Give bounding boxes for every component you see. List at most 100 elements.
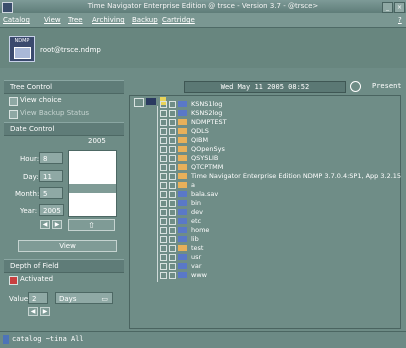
tree-node[interactable]: etc (158, 217, 398, 225)
view-backup-status-label: View Backup Status (20, 109, 90, 117)
connection-user: root@trsce.ndmp (40, 46, 101, 54)
depth-next-icon[interactable]: ▶ (40, 307, 50, 316)
expand-icon[interactable] (160, 155, 167, 162)
menu-help[interactable]: ? (398, 16, 402, 24)
expand-icon[interactable] (160, 146, 167, 153)
view-button[interactable]: View (18, 240, 117, 252)
tree-node[interactable]: bala.sav (158, 190, 398, 198)
view-backup-status-checkbox[interactable] (9, 110, 18, 119)
tree-node[interactable]: www (158, 271, 398, 279)
tree-node[interactable]: var (158, 262, 398, 270)
folder-icon (178, 173, 187, 179)
tree-node[interactable]: KSNS1log (158, 100, 398, 108)
select-checkbox-icon[interactable] (169, 254, 176, 261)
tree-node[interactable]: Time Navigator Enterprise Edition NDMP 3… (158, 172, 401, 180)
expand-icon[interactable] (160, 119, 167, 126)
view-choice-checkbox[interactable] (9, 97, 18, 106)
tree-node[interactable]: dev (158, 208, 398, 216)
day-field[interactable]: 11 (39, 170, 63, 182)
expand-root-icon[interactable] (134, 98, 144, 107)
file-tree[interactable]: KSNS1log KSNS2log NDMPTEST QDLS QIBM QOpenSys… (129, 95, 401, 329)
select-checkbox-icon[interactable] (169, 209, 176, 216)
select-checkbox-icon[interactable] (169, 137, 176, 144)
tree-node[interactable]: KSNS2log (158, 109, 398, 117)
select-checkbox-icon[interactable] (169, 155, 176, 162)
activated-checkbox[interactable] (9, 276, 18, 285)
activated-label: Activated (20, 275, 54, 283)
menu-backup[interactable]: Backup (132, 16, 158, 24)
expand-icon[interactable] (160, 137, 167, 144)
expand-icon[interactable] (160, 110, 167, 117)
select-checkbox-icon[interactable] (169, 236, 176, 243)
calendar-list[interactable] (68, 150, 117, 217)
select-checkbox-icon[interactable] (169, 173, 176, 180)
previous-icon[interactable]: ◀ (40, 220, 50, 229)
folder-icon (178, 227, 187, 233)
expand-icon[interactable] (160, 182, 167, 189)
tree-node[interactable]: QDLS (158, 127, 398, 135)
select-checkbox-icon[interactable] (169, 182, 176, 189)
expand-icon[interactable] (160, 245, 167, 252)
tree-node[interactable]: QIBM (158, 136, 398, 144)
select-checkbox-icon[interactable] (169, 191, 176, 198)
tree-node[interactable]: bin (158, 199, 398, 207)
expand-icon[interactable] (160, 227, 167, 234)
tree-control-title: Tree Control (10, 83, 53, 91)
select-checkbox-icon[interactable] (169, 200, 176, 207)
select-checkbox-icon[interactable] (169, 245, 176, 252)
expand-icon[interactable] (160, 101, 167, 108)
ndmp-server-icon[interactable]: NDMP (9, 36, 35, 62)
folder-icon (178, 272, 187, 278)
menu-archiving[interactable]: Archiving (92, 16, 125, 24)
minimize-icon[interactable]: _ (382, 2, 393, 13)
expand-icon[interactable] (160, 236, 167, 243)
close-icon[interactable]: × (394, 2, 405, 13)
depth-previous-icon[interactable]: ◀ (28, 307, 38, 316)
expand-icon[interactable] (160, 254, 167, 261)
hour-field[interactable]: 8 (39, 152, 63, 164)
expand-icon[interactable] (160, 128, 167, 135)
tree-node[interactable]: a (158, 181, 398, 189)
month-field[interactable]: 5 (39, 187, 63, 199)
tree-node[interactable]: NDMPTEST (158, 118, 398, 126)
select-checkbox-icon[interactable] (169, 272, 176, 279)
expand-icon[interactable] (160, 218, 167, 225)
expand-icon[interactable] (160, 209, 167, 216)
folder-icon (178, 236, 187, 242)
next-icon[interactable]: ▶ (52, 220, 62, 229)
expand-icon[interactable] (160, 191, 167, 198)
year-field[interactable]: 2005 (39, 204, 64, 216)
expand-icon[interactable] (160, 164, 167, 171)
menu-cartridge[interactable]: Cartridge (162, 16, 195, 24)
tree-node[interactable]: home (158, 226, 398, 234)
select-checkbox-icon[interactable] (169, 119, 176, 126)
menu-catalog[interactable]: Catalog (3, 16, 30, 24)
tree-node-label: QTCPTMM (191, 163, 224, 171)
calendar-up-icon[interactable]: ⇧ (68, 219, 115, 231)
tree-node[interactable]: test (158, 244, 398, 252)
expand-icon[interactable] (160, 173, 167, 180)
menu-tree[interactable]: Tree (68, 16, 83, 24)
select-checkbox-icon[interactable] (169, 263, 176, 270)
menu-view[interactable]: View (44, 16, 61, 24)
select-checkbox-icon[interactable] (169, 110, 176, 117)
select-checkbox-icon[interactable] (169, 164, 176, 171)
select-checkbox-icon[interactable] (169, 128, 176, 135)
tree-node[interactable]: QOpenSys (158, 145, 398, 153)
present-radio-icon[interactable] (350, 81, 361, 92)
tree-node[interactable]: QSYSLIB (158, 154, 398, 162)
current-date-display: Wed May 11 2005 08:52 (184, 81, 346, 93)
select-checkbox-icon[interactable] (169, 146, 176, 153)
expand-icon[interactable] (160, 200, 167, 207)
select-checkbox-icon[interactable] (169, 101, 176, 108)
depth-unit-select[interactable]: Days ▭ (55, 292, 113, 304)
expand-icon[interactable] (160, 272, 167, 279)
tree-node[interactable]: usr (158, 253, 398, 261)
tree-node[interactable]: lib (158, 235, 398, 243)
depth-value-field[interactable]: 2 (28, 292, 48, 304)
expand-icon[interactable] (160, 263, 167, 270)
select-checkbox-icon[interactable] (169, 227, 176, 234)
tree-node[interactable]: QTCPTMM (158, 163, 398, 171)
select-checkbox-icon[interactable] (169, 218, 176, 225)
folder-icon (178, 263, 187, 269)
